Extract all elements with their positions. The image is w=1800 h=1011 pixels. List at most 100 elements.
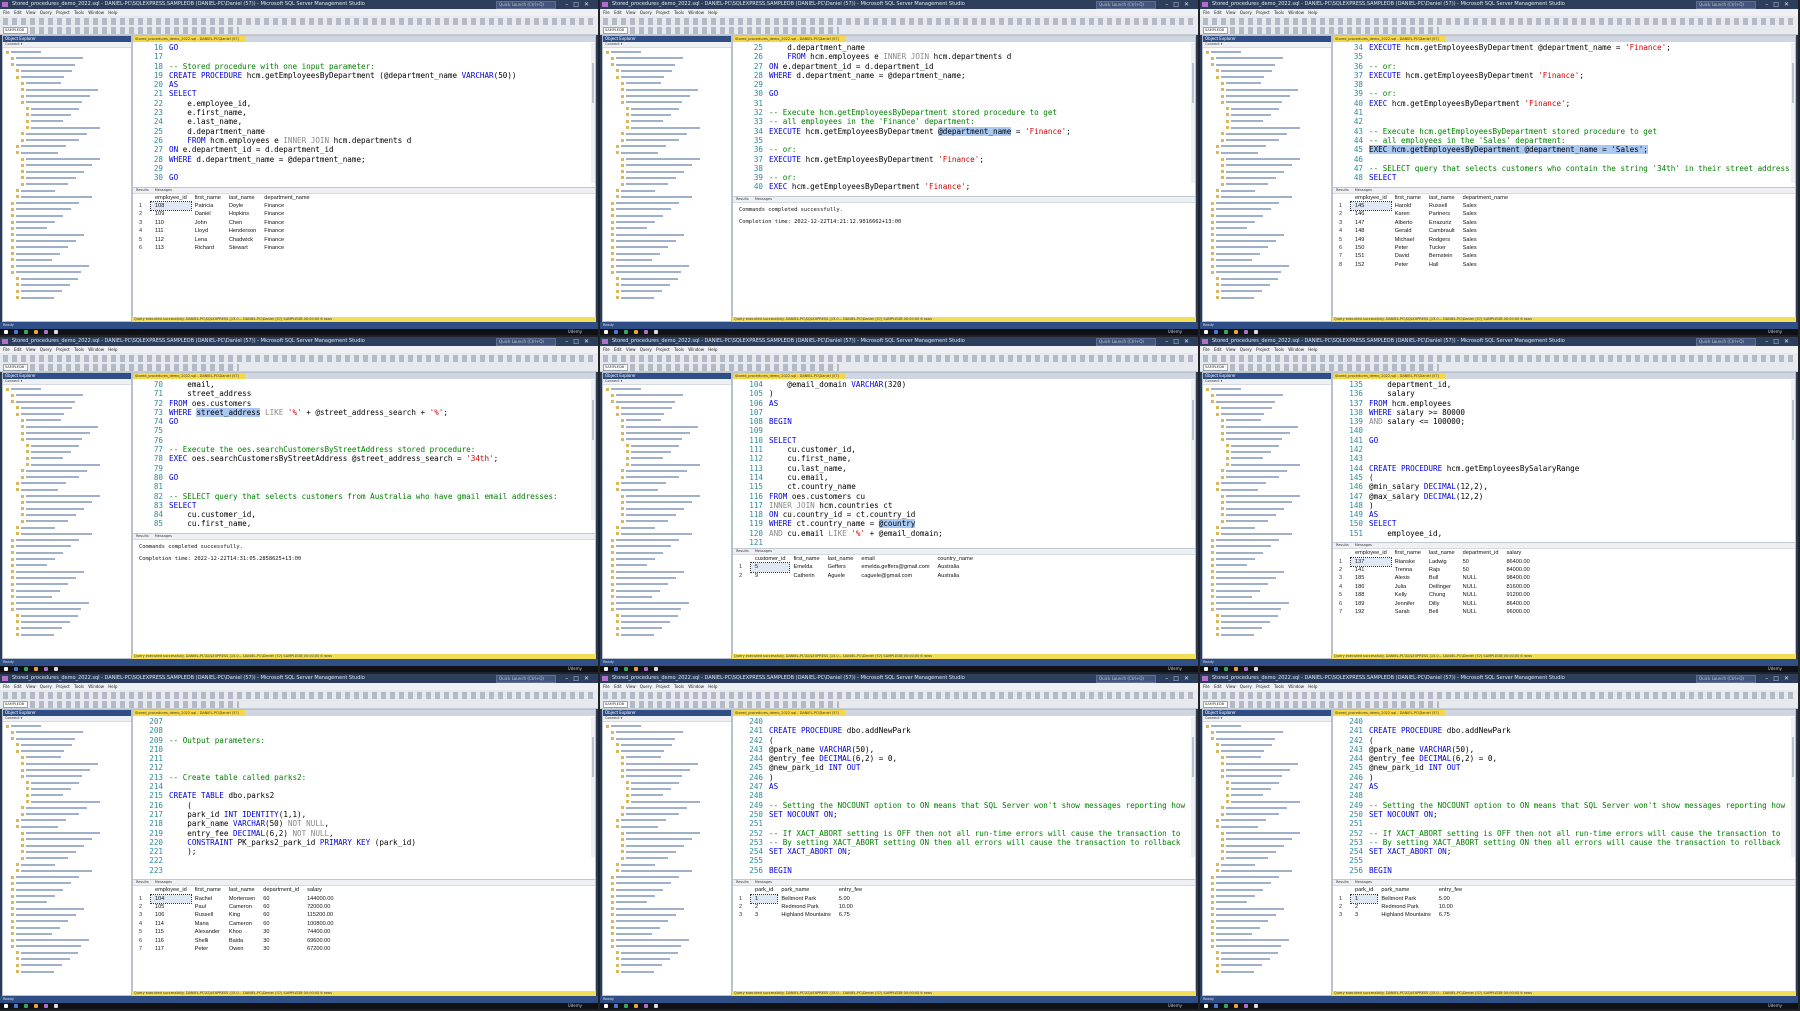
table-cell[interactable]: Karen: [1391, 210, 1425, 218]
code-line[interactable]: 24 e.last_name,: [133, 117, 595, 126]
table-row[interactable]: 1 5 Emelda Geffers emelda.geffers@gmail.com A…: [735, 562, 977, 573]
table-cell[interactable]: Cambrault: [1425, 227, 1459, 235]
code-line[interactable]: 71 street_address: [133, 389, 595, 398]
connect-button[interactable]: Connect ▾: [1203, 42, 1331, 48]
table-cell[interactable]: 113: [151, 244, 191, 252]
code-line[interactable]: 243 @park_name VARCHAR(50),: [1333, 745, 1795, 754]
table-cell[interactable]: Henderson: [225, 227, 260, 235]
code-line[interactable]: 242(: [733, 736, 1195, 745]
database-selector[interactable]: SAMPLEDB: [3, 364, 28, 371]
table-row[interactable]: 7 192 Sarah Bell NULL 96000.00: [1335, 608, 1534, 616]
table-cell[interactable]: 50: [1459, 558, 1503, 566]
database-selector[interactable]: SAMPLEDB: [1203, 364, 1228, 371]
table-cell[interactable]: Errazuriz: [1425, 219, 1459, 227]
editor-tab[interactable]: Stored_procedures_demo_2022.sql - DANIEL…: [133, 36, 245, 42]
table-cell[interactable]: Harold: [1391, 202, 1425, 210]
quick-launch-input[interactable]: Quick Launch (Ctrl+Q): [1696, 675, 1756, 683]
column-header[interactable]: entry_fee: [835, 886, 866, 894]
table-cell[interactable]: 10.00: [835, 903, 866, 911]
code-line[interactable]: 223: [133, 866, 595, 875]
connect-button[interactable]: Connect ▾: [603, 716, 731, 722]
table-row[interactable]: 2 105 Paul Cameron 60 72000.00: [135, 903, 338, 911]
table-cell[interactable]: NULL: [1459, 600, 1503, 608]
code-line[interactable]: 114 cu.email,: [733, 473, 1195, 482]
code-line[interactable]: 116 FROM oes.customers cu: [733, 492, 1195, 501]
table-cell[interactable]: 109: [151, 210, 191, 218]
table-row[interactable]: 1 145 Harold Russell Sales: [1335, 200, 1512, 212]
table-cell[interactable]: Paul: [191, 903, 225, 911]
table-cell[interactable]: 192: [1351, 608, 1391, 616]
table-cell[interactable]: 30: [259, 928, 303, 936]
table-cell[interactable]: Alexis: [1391, 574, 1425, 582]
code-line[interactable]: 28 WHERE d.department_name = @department_…: [733, 71, 1195, 80]
code-line[interactable]: 218 park_name VARCHAR(50) NOT NULL,: [133, 819, 595, 828]
query-editor[interactable]: Stored_procedures_demo_2022.sql - DANIEL…: [732, 709, 1196, 996]
table-row[interactable]: 5 112 Lena Chadwick Finance: [135, 236, 314, 244]
column-header[interactable]: park_name: [1377, 886, 1434, 894]
code-line[interactable]: 18 -- Stored procedure with one input par…: [133, 62, 595, 71]
code-line[interactable]: 36 -- or:: [733, 145, 1195, 154]
results-tab[interactable]: Results: [136, 880, 149, 884]
object-explorer-tree[interactable]: [1206, 386, 1329, 658]
column-header[interactable]: department_id: [1459, 549, 1503, 557]
table-cell[interactable]: Alexander: [191, 928, 225, 936]
code-line[interactable]: 249 -- Setting the NOCOUNT option to ON m…: [733, 801, 1195, 810]
code-line[interactable]: 23 e.first_name,: [133, 108, 595, 117]
window-controls[interactable]: –□✕: [565, 337, 594, 346]
table-cell[interactable]: Partners: [1425, 210, 1459, 218]
table-cell[interactable]: Baida: [225, 937, 259, 945]
code-line[interactable]: 137 FROM hcm.employees: [1333, 399, 1795, 408]
results-tab[interactable]: Results: [736, 549, 749, 553]
code-line[interactable]: 28 WHERE d.department_name = @department_…: [133, 155, 595, 164]
code-line[interactable]: 149 AS: [1333, 510, 1795, 519]
results-grid[interactable]: employee_id first_name last_name department…: [1335, 549, 1534, 616]
code-line[interactable]: 35: [1333, 52, 1795, 61]
table-row[interactable]: 3 106 Russell King 60 115200.00: [135, 911, 338, 919]
table-row[interactable]: 2 109 Daniel Hopkins Finance: [135, 210, 314, 218]
object-explorer-tree[interactable]: [6, 386, 129, 658]
editor-tab[interactable]: Stored_procedures_demo_2022.sql - DANIEL…: [133, 710, 245, 716]
table-cell[interactable]: Finance: [260, 219, 313, 227]
editor-scrollbar[interactable]: [1791, 717, 1795, 857]
connect-button[interactable]: Connect ▾: [1203, 379, 1331, 385]
code-line[interactable]: 80 GO: [133, 473, 595, 482]
toolbar[interactable]: SAMPLEDB: [600, 353, 1198, 372]
code-line[interactable]: 250 SET NOCOUNT ON;: [1333, 810, 1795, 819]
code-area[interactable]: 135 department_id, 136 salary 137 FROM hcm.…: [1333, 380, 1795, 538]
toolbar[interactable]: SAMPLEDB: [600, 690, 1198, 709]
code-line[interactable]: 254 SET XACT_ABORT ON;: [1333, 847, 1795, 856]
code-line[interactable]: 148): [1333, 501, 1795, 510]
results-tab[interactable]: Results: [1336, 543, 1349, 547]
table-cell[interactable]: Dilly: [1425, 600, 1459, 608]
code-line[interactable]: 79: [133, 464, 595, 473]
editor-tab[interactable]: Stored_procedures_demo_2022.sql - DANIEL…: [733, 373, 845, 379]
query-editor[interactable]: Stored_procedures_demo_2022.sql - DANIEL…: [732, 35, 1196, 322]
object-explorer-tree[interactable]: [6, 49, 129, 321]
query-editor[interactable]: Stored_procedures_demo_2022.sql - DANIEL…: [132, 709, 596, 996]
object-explorer-tree[interactable]: [1206, 723, 1329, 995]
table-cell[interactable]: Chadwick: [225, 236, 260, 244]
code-line[interactable]: 38: [733, 164, 1195, 173]
code-line[interactable]: 76: [133, 436, 595, 445]
menu-bar[interactable]: File Edit View Query Project Tools Windo…: [600, 9, 1198, 16]
table-cell[interactable]: Trenna: [1391, 566, 1425, 574]
query-editor[interactable]: Stored_procedures_demo_2022.sql - DANIEL…: [1332, 709, 1796, 996]
code-line[interactable]: 111 cu.customer_id,: [733, 445, 1195, 454]
column-header[interactable]: park_id: [751, 886, 777, 894]
table-cell[interactable]: 100800.00: [303, 920, 337, 928]
results-tab[interactable]: Results: [136, 534, 149, 538]
code-line[interactable]: 77 -- Execute the oes.searchCustomersBySt…: [133, 445, 595, 454]
code-line[interactable]: 73 WHERE street_address LIKE '%' + @stree…: [133, 407, 595, 417]
table-cell[interactable]: Rajs: [1425, 566, 1459, 574]
code-line[interactable]: 147 @max_salary DECIMAL(12,2): [1333, 492, 1795, 501]
table-cell[interactable]: Chung: [1425, 591, 1459, 599]
table-cell[interactable]: 137: [1350, 556, 1392, 567]
table-cell[interactable]: 151: [1351, 252, 1391, 260]
code-line[interactable]: 29: [733, 80, 1195, 89]
table-cell[interactable]: Hall: [1425, 261, 1459, 269]
table-cell[interactable]: Bull: [1425, 574, 1459, 582]
code-line[interactable]: 243 @park_name VARCHAR(50),: [733, 745, 1195, 754]
table-cell[interactable]: Aguele: [824, 572, 858, 580]
table-cell[interactable]: NULL: [1459, 583, 1503, 591]
code-line[interactable]: 250 SET NOCOUNT ON;: [733, 810, 1195, 819]
